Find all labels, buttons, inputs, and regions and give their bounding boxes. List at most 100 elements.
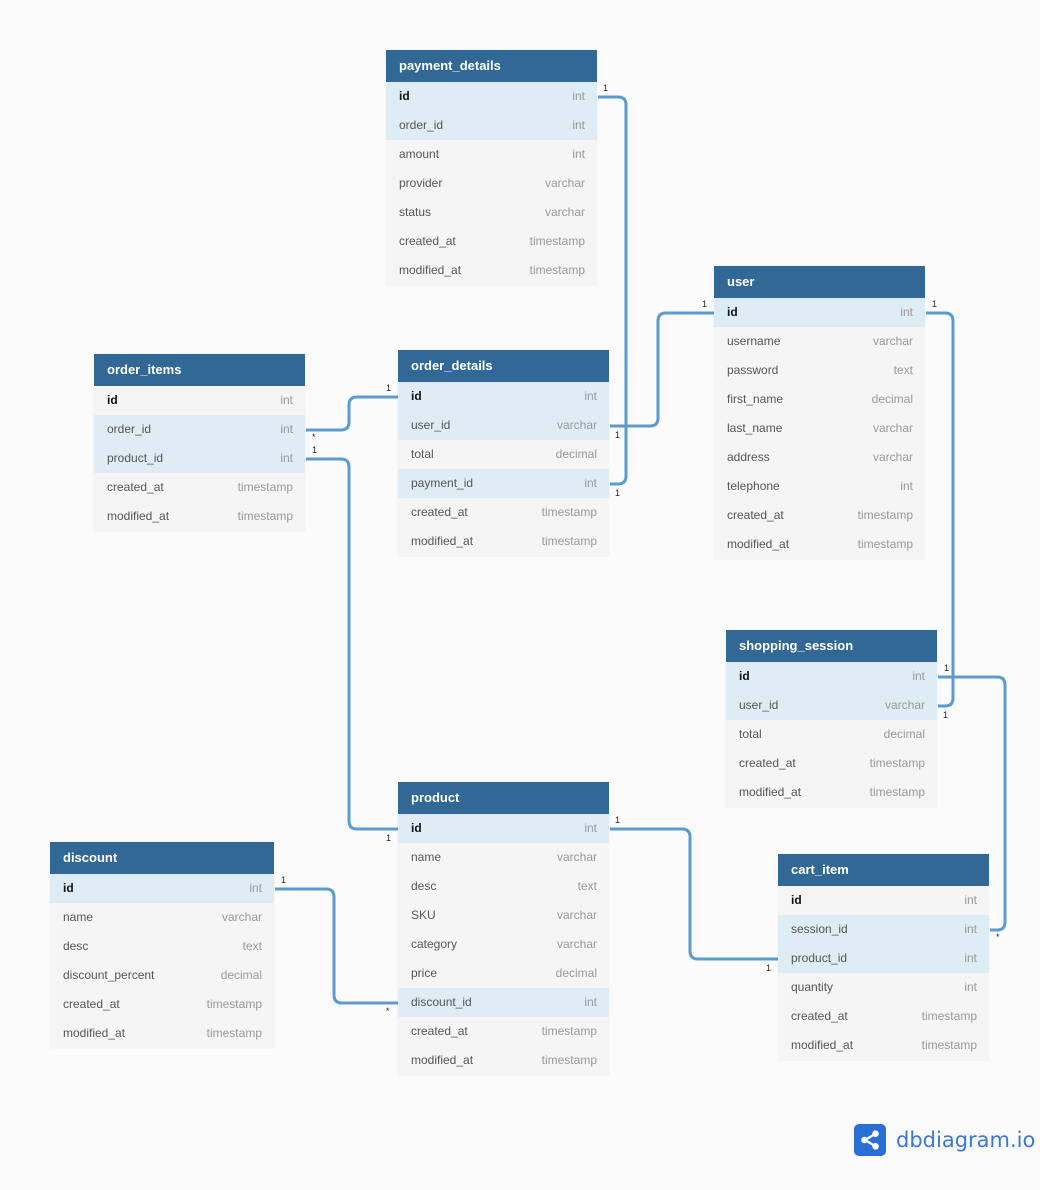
table-field[interactable]: created_at timestamp (398, 1017, 609, 1046)
table-field[interactable]: id int (50, 874, 274, 903)
field-name: created_at (791, 1009, 848, 1023)
table-discount[interactable]: discount id int name varchar desc text discount… (50, 842, 274, 1048)
table-field[interactable]: modified_at timestamp (50, 1019, 274, 1048)
table-field[interactable]: created_at timestamp (50, 990, 274, 1019)
field-name: modified_at (63, 1026, 126, 1040)
table-field[interactable]: discount_percent decimal (50, 961, 274, 990)
table-field[interactable]: amount int (386, 140, 597, 169)
field-name: created_at (63, 997, 120, 1011)
table-field[interactable]: total decimal (726, 720, 937, 749)
field-type: timestamp (921, 1009, 977, 1023)
table-field[interactable]: SKU varchar (398, 901, 609, 930)
table-field[interactable]: order_id int (94, 415, 305, 444)
table-user[interactable]: user id int username varchar password text firs… (714, 266, 925, 559)
table-field[interactable]: product_id int (778, 944, 989, 973)
table-field[interactable]: modified_at timestamp (778, 1031, 989, 1060)
field-type: timestamp (529, 234, 585, 248)
table-header[interactable]: order_details (398, 350, 609, 382)
table-order-items[interactable]: order_itemsid int order_id int product_id int… (94, 354, 305, 531)
field-type: timestamp (541, 1024, 597, 1038)
table-field[interactable]: password text (714, 356, 925, 385)
table-field[interactable]: created_at timestamp (726, 749, 937, 778)
field-type: int (964, 922, 977, 936)
field-name: id (727, 305, 738, 319)
table-order-details[interactable]: order_details id int user_id varchar total dec… (398, 350, 609, 556)
table-field[interactable]: last_name varchar (714, 414, 925, 443)
table-header[interactable]: payment_details (386, 50, 597, 82)
table-field[interactable]: modified_at timestamp (386, 256, 597, 285)
table-field[interactable]: desc text (398, 872, 609, 901)
table-field[interactable]: username varchar (714, 327, 925, 356)
table-field[interactable]: modified_at timestamp (94, 502, 305, 531)
table-product[interactable]: product id int name varchar desc text SKU varcha… (398, 782, 609, 1075)
table-field[interactable]: modified_at timestamp (726, 778, 937, 807)
table-field[interactable]: session_id int (778, 915, 989, 944)
table-field[interactable]: category varchar (398, 930, 609, 959)
field-type: timestamp (237, 480, 293, 494)
field-type: varchar (556, 418, 597, 432)
table-field[interactable]: product_id int (94, 444, 305, 473)
table-field[interactable]: id int (714, 298, 925, 327)
field-name: username (727, 334, 781, 348)
field-type: text (242, 939, 262, 953)
table-header[interactable]: user (714, 266, 925, 298)
table-field[interactable]: desc text (50, 932, 274, 961)
table-field[interactable]: address varchar (714, 443, 925, 472)
field-type: int (964, 980, 977, 994)
table-field[interactable]: modified_at timestamp (398, 527, 609, 556)
table-header[interactable]: cart_item (778, 854, 989, 886)
field-type: decimal (871, 392, 913, 406)
table-field[interactable]: name varchar (398, 843, 609, 872)
table-field[interactable]: created_at timestamp (398, 498, 609, 527)
table-field[interactable]: id int (94, 386, 305, 415)
field-type: timestamp (529, 263, 585, 277)
field-type: varchar (872, 450, 913, 464)
link-order-orderitems (306, 395, 398, 432)
field-type: decimal (883, 727, 925, 741)
brand-logo[interactable]: dbdiagram.io (854, 1124, 1035, 1156)
table-header[interactable]: order_items (94, 354, 305, 386)
table-field[interactable]: provider varchar (386, 169, 597, 198)
field-type: timestamp (541, 534, 597, 548)
cardinality-label: 1 (932, 299, 938, 309)
table-field[interactable]: payment_id int (398, 469, 609, 498)
field-type: varchar (221, 910, 262, 924)
field-name: id (791, 893, 802, 907)
table-field[interactable]: created_at timestamp (94, 473, 305, 502)
table-field[interactable]: telephone int (714, 472, 925, 501)
field-type: int (584, 389, 597, 403)
table-field[interactable]: id int (386, 82, 597, 111)
table-field[interactable]: price decimal (398, 959, 609, 988)
field-type: int (249, 881, 262, 895)
table-cart-item[interactable]: cart_item id int session_id int product_id int… (778, 854, 989, 1060)
table-field[interactable]: id int (398, 382, 609, 411)
table-field[interactable]: modified_at timestamp (714, 530, 925, 559)
table-field[interactable]: total decimal (398, 440, 609, 469)
table-shopping-session[interactable]: shopping_session id int user_id varchar total… (726, 630, 937, 807)
table-payment-details[interactable]: payment_details id int order_id int amount int… (386, 50, 597, 285)
table-field[interactable]: created_at timestamp (386, 227, 597, 256)
table-field[interactable]: id int (778, 886, 989, 915)
table-field[interactable]: id int (398, 814, 609, 843)
table-field[interactable]: id int (726, 662, 937, 691)
table-field[interactable]: name varchar (50, 903, 274, 932)
table-field[interactable]: status varchar (386, 198, 597, 227)
table-field[interactable]: first_name decimal (714, 385, 925, 414)
table-field[interactable]: user_id varchar (726, 691, 937, 720)
table-field[interactable]: modified_at timestamp (398, 1046, 609, 1075)
field-type: timestamp (237, 509, 293, 523)
table-field[interactable]: discount_id int (398, 988, 609, 1017)
field-type: text (577, 879, 597, 893)
field-name: id (107, 393, 118, 407)
field-type: int (280, 393, 293, 407)
table-field[interactable]: created_at timestamp (778, 1002, 989, 1031)
table-header[interactable]: shopping_session (726, 630, 937, 662)
table-field[interactable]: created_at timestamp (714, 501, 925, 530)
table-field[interactable]: order_id int (386, 111, 597, 140)
table-field[interactable]: quantity int (778, 973, 989, 1002)
table-header[interactable]: product (398, 782, 609, 814)
table-field[interactable]: user_id varchar (398, 411, 609, 440)
field-name: modified_at (399, 263, 462, 277)
link-product-orderitems (306, 457, 398, 831)
table-header[interactable]: discount (50, 842, 274, 874)
